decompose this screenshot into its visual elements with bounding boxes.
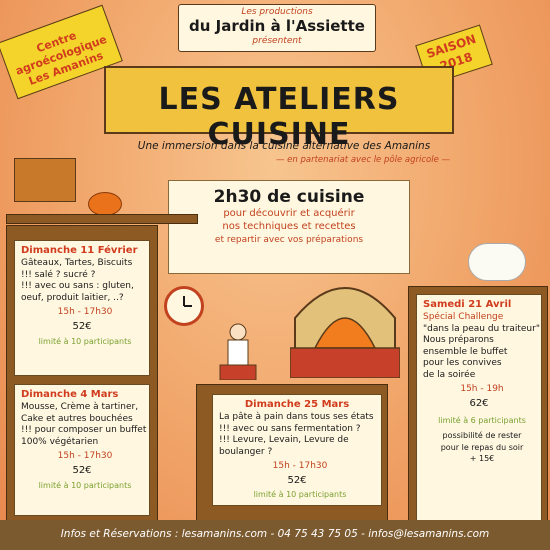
pumpkin-icon xyxy=(88,192,122,216)
card-line: oeuf, produit laitier, ..? xyxy=(21,292,124,303)
card-line: !!! salé ? sucré ? xyxy=(21,269,96,280)
footer-text: Infos et Réservations : lesamanins.com -… xyxy=(60,528,490,540)
title-board: LES ATELIERS CUISINE xyxy=(104,66,454,152)
card-line: pour les convives xyxy=(423,358,502,368)
card-line: !!! Levure, Levain, Levure de boulanger … xyxy=(219,435,349,457)
card-extra: + 15€ xyxy=(469,454,495,463)
card-price: 52€ xyxy=(287,474,307,486)
card-line: ensemble le buffet xyxy=(423,346,508,357)
card-line: "dans la peau du traiteur" xyxy=(423,323,540,334)
card-limit: limité à 10 participants xyxy=(253,489,347,499)
card-limit: limité à 6 participants xyxy=(438,415,526,425)
card-limit: limité à 10 participants xyxy=(38,336,132,346)
card-line: Mousse, Crème à tartiner, xyxy=(21,402,139,412)
clock-icon xyxy=(164,286,204,326)
card-line: Nous préparons xyxy=(423,335,494,345)
partner-line: — en partenariat avec le pôle agricole — xyxy=(275,155,450,165)
intro-card: 2h30 de cuisine pour découvrir et acquér… xyxy=(168,180,410,274)
workshop-card: Dimanche 4 Mars Mousse, Crème à tartiner… xyxy=(14,384,150,516)
workshop-card: Dimanche 25 Mars La pâte à pain dans tou… xyxy=(212,394,382,506)
card-line: de la soirée xyxy=(423,369,476,380)
card-date: Samedi 21 Avril xyxy=(423,299,512,310)
card-line: !!! avec ou sans : gluten, xyxy=(21,281,134,291)
intro-line3: et repartir avec vos préparations xyxy=(214,235,364,245)
subtitle: Une immersion dans la cuisine alternativ… xyxy=(137,140,431,152)
card-date: Dimanche 11 Février xyxy=(21,245,138,256)
card-price: 52€ xyxy=(72,320,92,332)
card-time: 15h - 17h30 xyxy=(272,461,328,471)
card-extra: pour le repas du soir xyxy=(440,442,524,452)
sheep-icon xyxy=(468,243,526,281)
card-date: Dimanche 4 Mars xyxy=(21,389,119,400)
card-time: 15h - 17h30 xyxy=(57,451,113,461)
card-line: La pâte à pain dans tous ses états xyxy=(219,412,374,422)
card-line: Gâteaux, Tartes, Biscuits xyxy=(21,258,133,268)
card-price: 62€ xyxy=(469,397,489,409)
card-line: !!! avec ou sans fermentation ? xyxy=(219,423,361,434)
card-extra: possibilité de rester xyxy=(442,431,522,440)
bread-oven-icon xyxy=(290,287,400,378)
shelf-top-left xyxy=(6,214,198,224)
card-date: Dimanche 25 Mars xyxy=(244,399,350,410)
intro-heading: 2h30 de cuisine xyxy=(213,187,365,207)
card-limit: limité à 10 participants xyxy=(38,480,132,490)
poster: Les productions du Jardin à l'Assiette p… xyxy=(0,0,550,550)
intro-line2: nos techniques et recettes xyxy=(222,221,356,232)
card-line: Cake et autres bouchées xyxy=(21,413,133,424)
card-time: 15h - 17h30 xyxy=(57,307,113,317)
card-line: 100% végétarien xyxy=(21,436,99,447)
card-price: 52€ xyxy=(72,464,92,476)
card-special: Spécial Challenge xyxy=(423,312,504,322)
card-time: 15h - 19h xyxy=(460,384,504,394)
cook-figure-icon xyxy=(219,323,257,380)
workshop-card: Dimanche 11 Février Gâteaux, Tartes, Bis… xyxy=(14,240,150,376)
vegetable-basket-icon xyxy=(14,158,76,202)
workshop-card: Samedi 21 Avril Spécial Challenge "dans … xyxy=(416,294,542,522)
header-small-bottom: présentent xyxy=(252,36,302,46)
card-line: !!! pour composer un buffet xyxy=(21,425,147,435)
header-big: du Jardin à l'Assiette xyxy=(189,17,365,35)
intro-line1: pour découvrir et acquérir xyxy=(223,208,355,219)
header-banner: Les productions du Jardin à l'Assiette p… xyxy=(178,4,376,52)
